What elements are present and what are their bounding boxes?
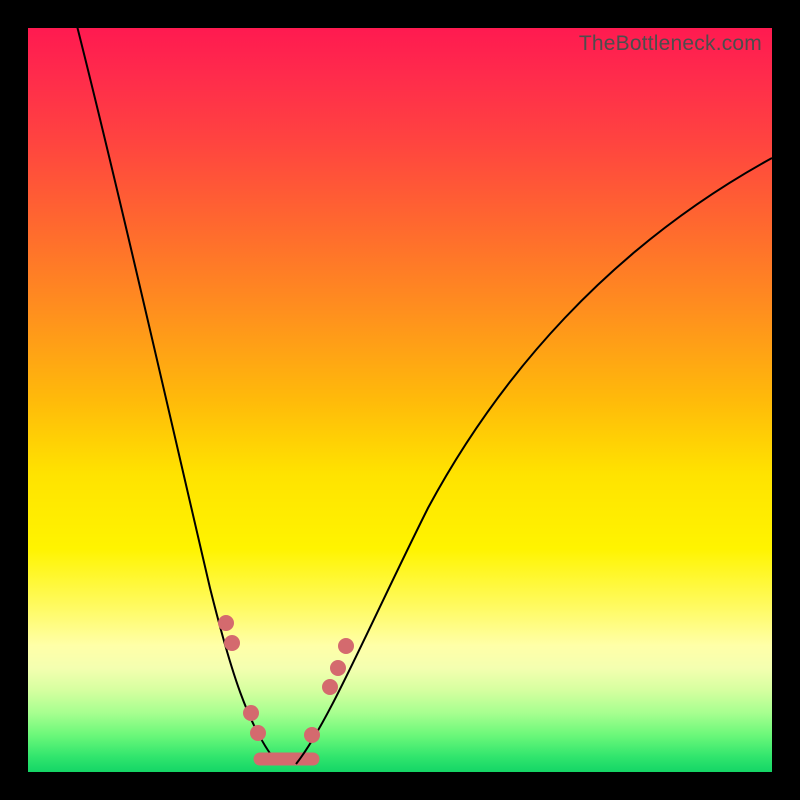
curve-left [76,22,278,764]
marker-dot [322,679,338,695]
marker-dot [338,638,354,654]
marker-dot [224,635,240,651]
curve-layer [28,28,772,772]
plot-area: TheBottleneck.com [28,28,772,772]
marker-dot [250,725,266,741]
chart-frame: TheBottleneck.com [0,0,800,800]
marker-dot [330,660,346,676]
marker-dot [218,615,234,631]
curve-right [296,158,772,764]
marker-dot [304,727,320,743]
marker-dot [243,705,259,721]
